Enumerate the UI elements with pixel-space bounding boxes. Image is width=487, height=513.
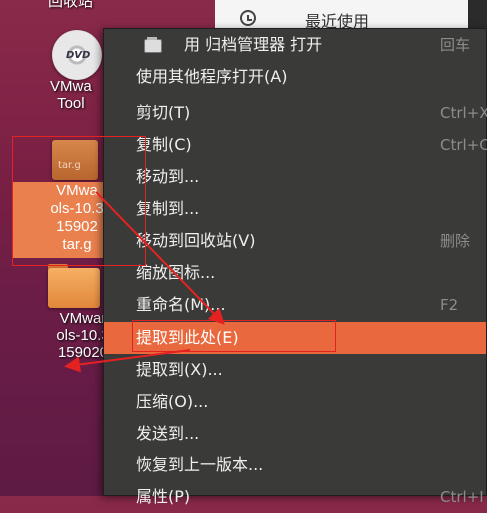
annotation-arrow-to-menu bbox=[95, 191, 225, 325]
annotation-arrows bbox=[64, 191, 225, 373]
annotation-arrow-to-result bbox=[64, 349, 191, 373]
